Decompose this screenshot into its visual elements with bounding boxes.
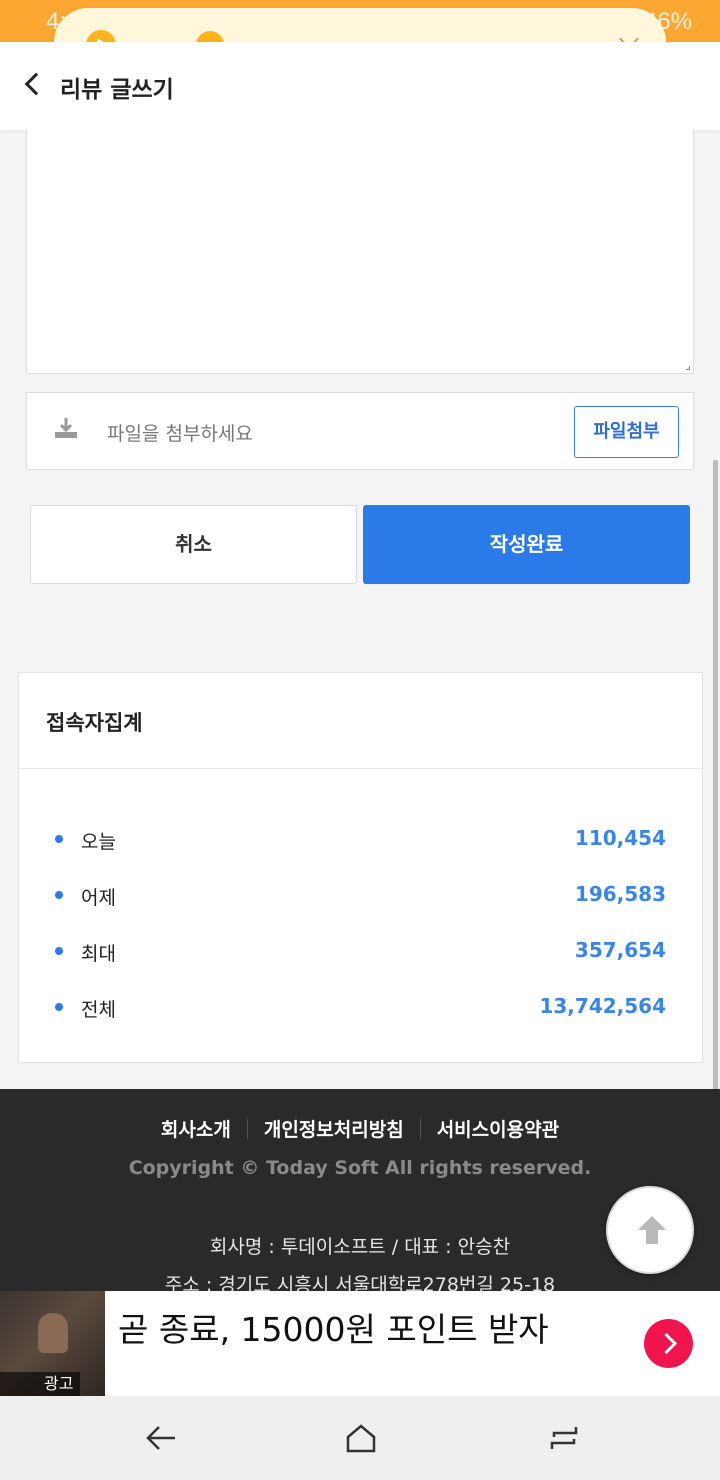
resize-grip-icon[interactable] [686,366,690,370]
stats-label: 최대 [81,943,116,965]
file-attach-placeholder[interactable]: 파일을 첨부하세요 [107,419,253,446]
ad-badge: 광고 [0,1372,80,1396]
page-title: 리뷰 글쓰기 [60,77,174,103]
file-attach-button[interactable]: 파일첨부 [574,406,679,458]
cancel-button[interactable]: 취소 [30,505,357,584]
ad-thumbnail[interactable]: 광고 [0,1291,105,1396]
stats-row-yesterday: 어제 196,583 [19,877,702,917]
footer-links: 회사소개 개인정보처리방침 서비스이용약관 [0,1115,720,1142]
chevron-right-icon[interactable] [644,1319,693,1368]
submit-button[interactable]: 작성완료 [363,505,690,584]
page-scrollbar[interactable] [713,460,718,1136]
footer-link-terms[interactable]: 서비스이용약관 [421,1115,575,1142]
bullet-icon [55,947,63,955]
arrow-up-icon [638,1216,666,1244]
ad-thumbnail-figure [38,1313,68,1353]
stats-label: 전체 [81,999,116,1021]
stats-row-max: 최대 357,654 [19,933,702,973]
review-textarea[interactable] [26,130,694,374]
file-attach-field: 파일을 첨부하세요 파일첨부 [26,392,694,470]
ad-headline[interactable]: 곧 종료, 15000원 포인트 받자 [118,1303,549,1351]
stats-value: 13,742,564 [539,994,666,1018]
bullet-icon [55,835,63,843]
download-icon [55,418,77,438]
bullet-icon [55,1003,63,1011]
recent-apps-icon[interactable] [548,1423,580,1453]
scroll-top-button[interactable] [606,1186,694,1274]
ad-banner[interactable]: 광고 곧 종료, 15000원 포인트 받자 [0,1291,720,1396]
bullet-icon [55,891,63,899]
visitor-stats-title: 접속자집계 [46,711,143,735]
stats-value: 110,454 [574,826,666,850]
divider [19,768,702,769]
app-header: 리뷰 글쓰기 [0,42,720,130]
stats-row-today: 오늘 110,454 [19,821,702,861]
stats-label: 어제 [81,887,116,909]
back-arrow-icon[interactable] [24,72,48,96]
stats-row-total: 전체 13,742,564 [19,989,702,1029]
copyright-text: Copyright © Today Soft All rights reserv… [128,1157,592,1179]
footer-link-about[interactable]: 회사소개 [145,1115,247,1142]
stats-label: 오늘 [81,831,116,853]
system-nav-bar [0,1396,720,1480]
stats-value: 357,654 [574,938,666,962]
stats-value: 196,583 [574,882,666,906]
footer-link-privacy[interactable]: 개인정보처리방침 [248,1115,420,1142]
visitor-stats-panel: 접속자집계 오늘 110,454 어제 196,583 최대 357,654 전… [18,672,703,1063]
site-footer: 회사소개 개인정보처리방침 서비스이용약관 Copyright © Today So… [0,1089,720,1296]
back-icon[interactable] [145,1423,177,1453]
home-icon[interactable] [345,1423,377,1453]
